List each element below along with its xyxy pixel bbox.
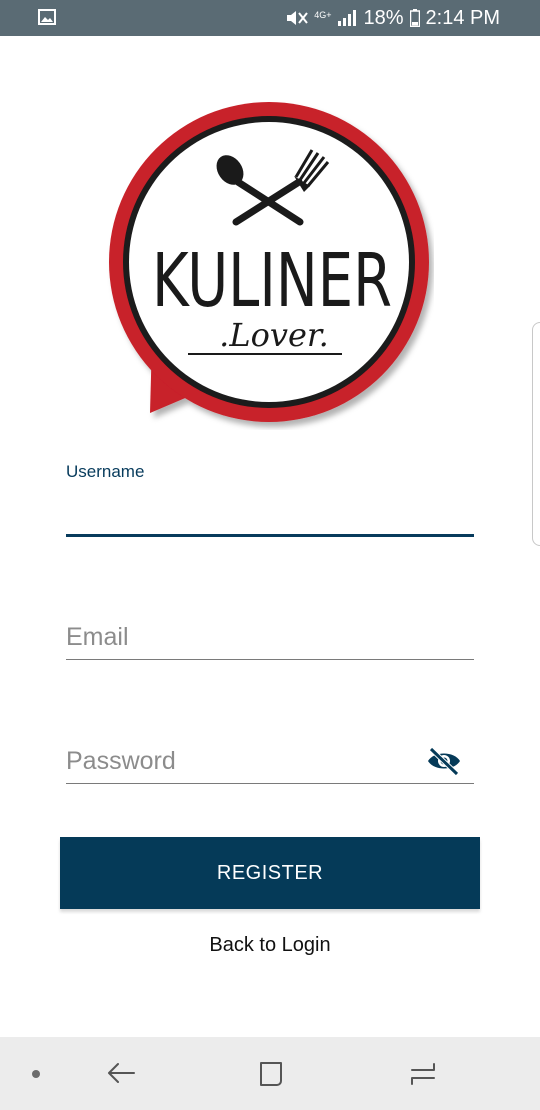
navigation-bar [0, 1037, 540, 1110]
register-button[interactable]: REGISTER [60, 837, 480, 909]
password-underline [66, 783, 474, 784]
home-icon[interactable] [257, 1060, 285, 1088]
network-type: 4G+ [314, 9, 332, 20]
username-label: Username [66, 462, 145, 481]
mute-icon [287, 11, 308, 25]
username-input[interactable] [66, 494, 474, 530]
password-input[interactable] [66, 740, 474, 782]
eye-off-icon[interactable] [426, 746, 462, 776]
edge-panel-handle[interactable] [532, 322, 540, 546]
email-field[interactable] [66, 616, 474, 660]
password-field[interactable] [66, 740, 474, 784]
battery-percent: 18% [363, 6, 404, 29]
logo-subtitle: .Lover. [219, 316, 329, 354]
battery-icon [409, 9, 420, 27]
logo-title: KULINER [152, 238, 392, 324]
email-underline [66, 659, 474, 660]
clock: 2:14 PM [425, 6, 500, 29]
kuliner-lover-logo: KULINER .Lover. [109, 102, 429, 422]
signal-icon [338, 10, 357, 26]
back-to-login-link[interactable]: Back to Login [0, 934, 540, 957]
username-underline [66, 534, 474, 537]
email-input[interactable] [66, 616, 474, 658]
gallery-icon [38, 9, 56, 25]
username-field[interactable]: Username [66, 462, 474, 537]
recent-apps-icon[interactable] [408, 1060, 438, 1088]
status-bar: 4G+ 18% 2:14 PM [0, 0, 540, 36]
back-icon[interactable] [106, 1060, 136, 1086]
nav-dot-icon[interactable] [32, 1070, 40, 1078]
